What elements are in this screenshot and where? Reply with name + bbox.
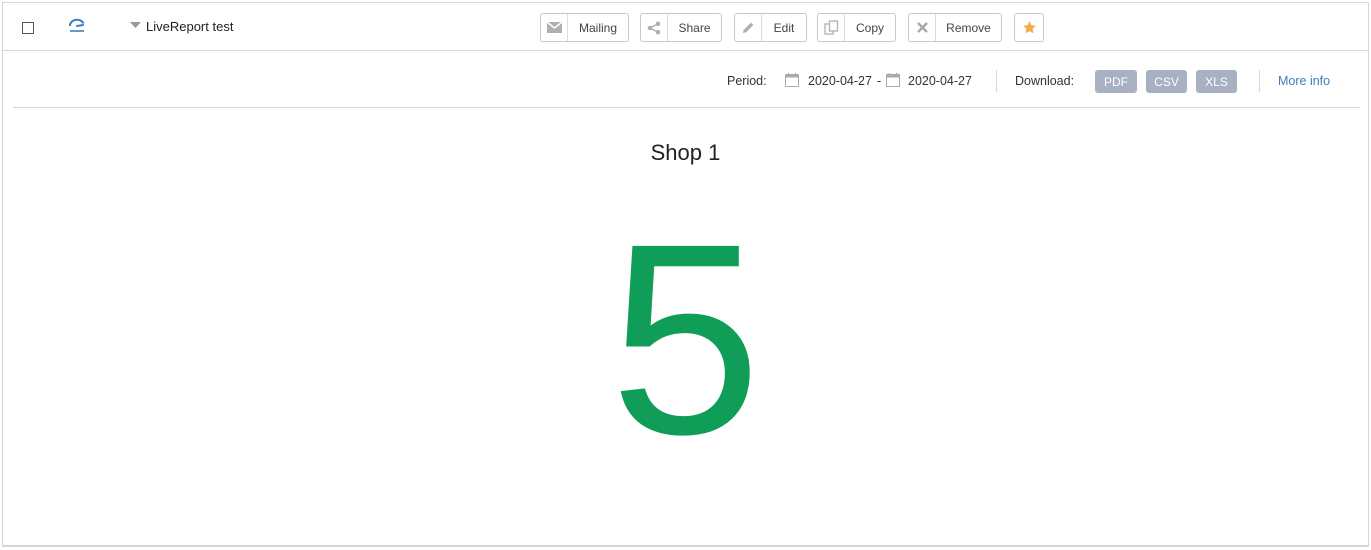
download-xls-button[interactable]: XLS: [1196, 70, 1237, 93]
x-icon: [909, 14, 936, 41]
report-header: LiveReport test Mailing Share Edit Copy: [3, 3, 1368, 51]
download-csv-button[interactable]: CSV: [1146, 70, 1187, 93]
calendar-icon[interactable]: [886, 73, 900, 87]
divider: [1259, 70, 1260, 92]
share-label: Share: [678, 20, 711, 35]
date-to-field[interactable]: 2020-04-27: [908, 74, 972, 88]
favorite-button[interactable]: [1014, 13, 1044, 42]
chevron-down-icon[interactable]: [130, 22, 141, 30]
gauge-icon[interactable]: [67, 16, 87, 36]
mailing-button[interactable]: Mailing: [540, 13, 629, 42]
copy-label: Copy: [855, 20, 884, 35]
report-options-bar: Period: 2020-04-27 - 2020-04-27 Download…: [13, 52, 1360, 108]
pencil-icon: [735, 14, 762, 41]
divider: [2, 546, 1369, 547]
remove-button[interactable]: Remove: [908, 13, 1002, 42]
divider: [996, 70, 997, 92]
copy-icon: [818, 14, 845, 41]
share-icon: [641, 14, 668, 41]
date-range-separator: -: [877, 74, 882, 88]
copy-button[interactable]: Copy: [817, 13, 896, 42]
period-label: Period:: [727, 74, 767, 88]
star-icon: [1022, 21, 1036, 34]
widget-value: 5: [609, 187, 762, 491]
more-info-link[interactable]: More info: [1278, 74, 1330, 88]
remove-label: Remove: [946, 20, 991, 35]
report-title[interactable]: LiveReport test: [146, 19, 233, 34]
edit-label: Edit: [773, 20, 795, 35]
widget-title: Shop 1: [650, 140, 721, 165]
edit-button[interactable]: Edit: [734, 13, 807, 42]
date-from-field[interactable]: 2020-04-27: [808, 74, 872, 88]
report-panel: LiveReport test Mailing Share Edit Copy: [2, 2, 1369, 546]
envelope-icon: [541, 14, 568, 41]
download-label: Download:: [1015, 74, 1075, 88]
mailing-label: Mailing: [578, 20, 617, 35]
select-checkbox[interactable]: [22, 22, 34, 34]
share-button[interactable]: Share: [640, 13, 722, 42]
calendar-icon[interactable]: [785, 73, 799, 87]
download-pdf-button[interactable]: PDF: [1095, 70, 1137, 93]
